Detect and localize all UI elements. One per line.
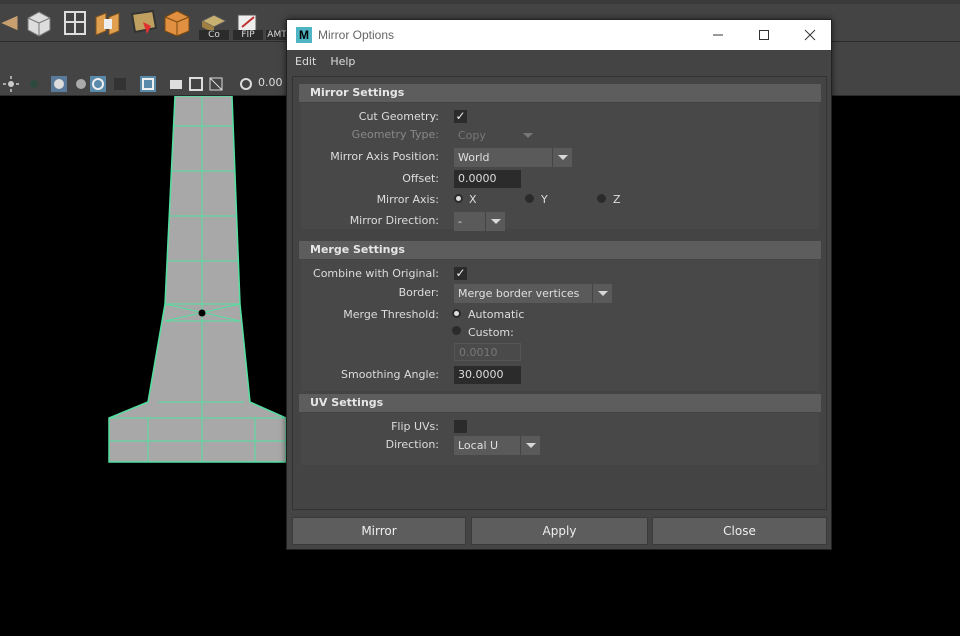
amt-icon[interactable]: AMT — [266, 8, 288, 40]
flip-icon[interactable]: FIP — [233, 8, 263, 40]
maya-app-icon: M — [296, 27, 312, 43]
direction-label: Direction: — [385, 438, 439, 451]
close-button[interactable]: Close — [652, 517, 827, 545]
options-panel: Mirror Settings Cut Geometry: ✓ Geometry… — [292, 76, 827, 510]
geometry-type-label: Geometry Type: — [351, 128, 439, 141]
merge-settings-body: Combine with Original: ✓ Border: Merge b… — [301, 260, 819, 391]
axis-y-radio[interactable] — [525, 194, 534, 203]
dialog-title: Mirror Options — [318, 28, 395, 42]
mirror-direction-value: - — [458, 215, 462, 228]
offset-field[interactable]: 0.0000 — [454, 170, 521, 188]
axis-x-label: X — [469, 193, 477, 206]
exposure-icon[interactable] — [238, 76, 254, 92]
chevron-down-icon — [485, 212, 505, 231]
bevel-box-icon[interactable] — [162, 8, 192, 38]
cube-select-icon[interactable] — [24, 8, 54, 38]
custom-threshold-field: 0.0010 — [454, 343, 521, 361]
minimize-button[interactable] — [695, 20, 741, 50]
mirror-axis-position-dropdown[interactable]: World — [454, 148, 572, 167]
smoothing-angle-label: Smoothing Angle: — [341, 368, 439, 381]
safe-frame-icon[interactable] — [208, 76, 224, 92]
close-window-button[interactable] — [787, 20, 833, 50]
combine-icon-label: Co — [199, 30, 229, 40]
resolution-gate-icon[interactable] — [188, 76, 204, 92]
flip-icon-label: FIP — [233, 30, 263, 40]
axis-x-radio[interactable] — [454, 194, 463, 203]
bridge-icon[interactable] — [129, 8, 159, 38]
title-bar[interactable]: M Mirror Options — [287, 20, 831, 50]
xray-icon[interactable] — [90, 76, 106, 92]
smoothing-angle-field[interactable]: 30.0000 — [454, 366, 521, 384]
axis-y-label: Y — [541, 193, 548, 206]
automatic-radio[interactable] — [452, 309, 461, 318]
mirror-direction-label: Mirror Direction: — [349, 214, 439, 227]
maximize-icon — [759, 30, 769, 40]
geometry-type-value: Copy — [458, 129, 486, 142]
flip-uvs-label: Flip UVs: — [391, 420, 439, 433]
merge-settings-header[interactable]: Merge Settings — [299, 241, 821, 259]
camera-icon[interactable] — [168, 76, 184, 92]
chevron-down-icon — [518, 126, 538, 145]
shaded-icon[interactable] — [51, 76, 67, 92]
menu-bar: Edit Help — [287, 50, 831, 72]
custom-label: Custom: — [468, 326, 514, 339]
mirror-settings-body: Cut Geometry: ✓ Geometry Type: Copy Mirr… — [301, 103, 819, 231]
menu-help[interactable]: Help — [330, 53, 355, 70]
combine-with-original-label: Combine with Original: — [313, 267, 439, 280]
isolate-icon[interactable] — [140, 76, 156, 92]
chevron-down-icon — [552, 148, 572, 167]
wire-shaded-icon[interactable] — [73, 76, 89, 92]
combine-icon[interactable]: Co — [199, 8, 229, 40]
grid-toggle-icon[interactable] — [112, 76, 128, 92]
merge-threshold-label: Merge Threshold: — [343, 308, 439, 321]
mirror-button[interactable]: Mirror — [292, 517, 466, 545]
offset-label: Offset: — [402, 172, 439, 185]
cut-geometry-checkbox[interactable]: ✓ — [454, 110, 467, 123]
direction-value: Local U — [458, 439, 499, 452]
uv-settings-body: Flip UVs: Direction: Local U — [301, 413, 819, 465]
maximize-button[interactable] — [741, 20, 787, 50]
mirror-options-dialog: M Mirror Options Edit Help Mirror Settin… — [286, 19, 832, 550]
amt-icon-label: AMT — [266, 30, 288, 40]
mirror-axis-label: Mirror Axis: — [376, 193, 439, 206]
axis-z-label: Z — [613, 193, 621, 206]
cone-icon[interactable] — [0, 8, 24, 38]
chevron-down-icon — [520, 436, 540, 455]
extrude-icon[interactable] — [93, 8, 123, 38]
flip-uvs-checkbox[interactable] — [454, 420, 467, 433]
minimize-icon — [713, 34, 723, 36]
menu-edit[interactable]: Edit — [295, 53, 316, 70]
sun-icon[interactable] — [3, 76, 19, 92]
shelf-tabs — [0, 0, 960, 4]
border-dropdown[interactable]: Merge border vertices — [454, 284, 612, 303]
mirror-direction-dropdown[interactable]: - — [454, 212, 505, 231]
apply-button[interactable]: Apply — [471, 517, 648, 545]
geometry-type-dropdown: Copy — [454, 126, 538, 145]
light-dot-icon[interactable] — [26, 76, 42, 92]
uv-settings-header[interactable]: UV Settings — [299, 394, 821, 412]
border-value: Merge border vertices — [458, 287, 580, 300]
chevron-down-icon — [592, 284, 612, 303]
exposure-field[interactable]: 0.00 — [258, 76, 283, 89]
multi-cut-icon[interactable] — [60, 8, 90, 38]
combine-with-original-checkbox[interactable]: ✓ — [454, 267, 467, 280]
pillar-mesh[interactable] — [0, 96, 300, 476]
direction-dropdown[interactable]: Local U — [454, 436, 540, 455]
automatic-label: Automatic — [468, 308, 525, 321]
axis-z-radio[interactable] — [597, 194, 606, 203]
mirror-axis-position-value: World — [458, 151, 490, 164]
mirror-axis-position-label: Mirror Axis Position: — [330, 150, 439, 163]
close-icon — [804, 29, 816, 41]
custom-radio[interactable] — [452, 326, 461, 335]
mirror-settings-header[interactable]: Mirror Settings — [299, 84, 821, 102]
cut-geometry-label: Cut Geometry: — [358, 110, 439, 123]
border-label: Border: — [398, 286, 439, 299]
dialog-button-row: Mirror Apply Close — [292, 517, 827, 545]
